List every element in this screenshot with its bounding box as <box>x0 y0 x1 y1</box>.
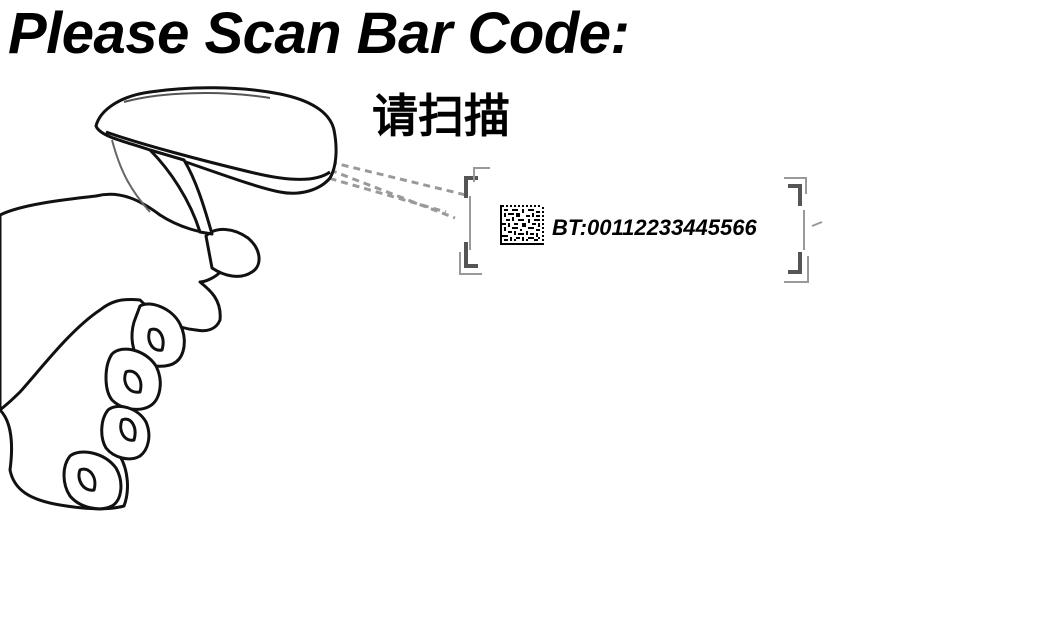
scan-target-left-bracket-icon <box>464 176 478 268</box>
scanner-hand-illustration <box>0 86 823 511</box>
device-id-label: BT:00112233445566 <box>552 215 757 240</box>
scan-beam-icon <box>317 160 471 220</box>
hand-icon <box>0 192 261 511</box>
data-matrix-code-icon <box>500 205 544 245</box>
scan-target-right-bracket-icon <box>788 184 802 274</box>
